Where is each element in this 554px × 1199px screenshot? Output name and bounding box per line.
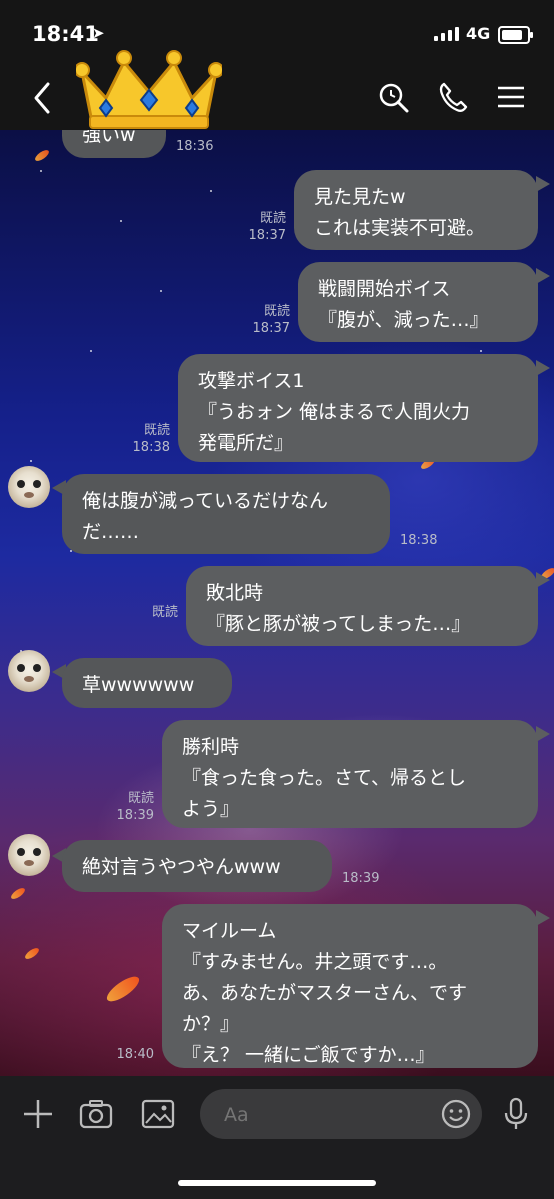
signal-icon [434,27,459,41]
image-icon[interactable] [140,1096,176,1132]
message-bubble-outgoing[interactable]: 敗北時 『豚と豚が被ってしまった…』 [186,566,538,646]
read-receipt: 既読 [151,605,178,620]
read-receipt: 既読 18:38 [132,423,170,455]
microphone-icon[interactable] [498,1096,534,1132]
avatar[interactable] [8,650,50,692]
home-indicator [178,1180,376,1186]
menu-icon[interactable] [494,80,528,114]
message-bubble-incoming[interactable]: 俺は腹が減っているだけなん だ…… [62,474,390,554]
camera-icon[interactable] [78,1096,114,1132]
message-input-container[interactable] [200,1089,482,1139]
network-type: 4G [466,24,491,43]
message-time: 18:40 [116,1047,154,1062]
read-receipt: 既読 18:37 [252,304,290,336]
message-time: 18:38 [400,533,438,548]
crown-icon [76,50,222,129]
plus-icon[interactable] [20,1096,56,1132]
chat-header [0,50,554,130]
message-time: 18:36 [176,139,214,154]
message-list[interactable]: 強いw 18:36 見た見たw これは実装不可避。 既読 18:37 戦闘開始ボイ… [0,130,554,1076]
read-receipt: 既読 18:37 [248,211,286,243]
message-bubble-outgoing[interactable]: 攻撃ボイス1 『うおォン 俺はまるで人間火力 発電所だ』 [178,354,538,462]
message-bubble-incoming[interactable]: 絶対言うやつやんwww [62,840,332,892]
search-icon[interactable] [376,80,410,114]
back-arrow-icon[interactable] [28,80,58,116]
message-bubble-outgoing[interactable]: 戦闘開始ボイス 『腹が、減った…』 [298,262,538,342]
read-receipt: 既読 18:39 [116,791,154,823]
message-bubble-incoming[interactable]: 草wwwwww [62,658,232,708]
message-input[interactable] [222,1099,426,1131]
avatar[interactable] [8,834,50,876]
message-bubble-outgoing[interactable]: マイルーム 『すみません。井之頭です…。 あ、あなたがマスターさん、です か？』… [162,904,538,1068]
message-time: 18:39 [342,871,380,886]
battery-icon [498,26,533,44]
phone-icon[interactable] [436,80,470,114]
message-bubble-outgoing[interactable]: 見た見たw これは実装不可避。 [294,170,538,250]
message-bubble-outgoing[interactable]: 勝利時 『食った食った。さて、帰るとし よう』 [162,720,538,828]
avatar[interactable] [8,466,50,508]
message-bubble-incoming[interactable]: 強いw [62,130,166,158]
emoji-icon[interactable] [440,1098,472,1130]
